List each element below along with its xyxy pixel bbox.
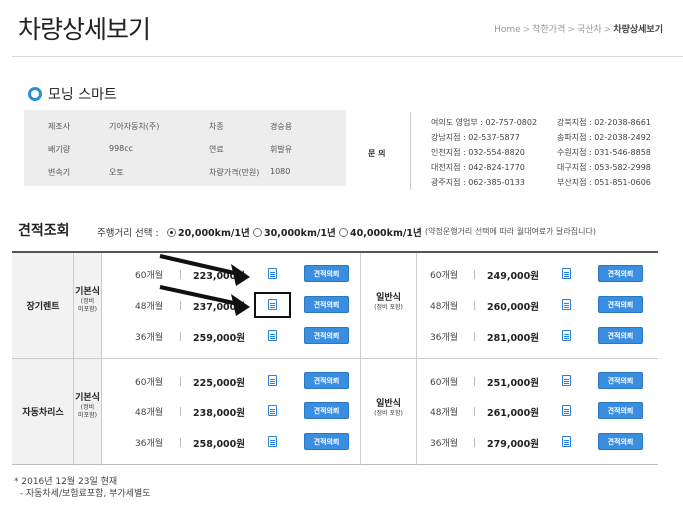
footnote-line: * 2016년 12월 23일 현재 <box>14 477 118 487</box>
arrow-annotation-icon <box>159 254 250 286</box>
arrow-annotation-icon <box>159 285 250 316</box>
footnote-line: - 자동차세/보험료포함, 부가세별도 <box>14 489 151 499</box>
annotation-overlay <box>159 254 250 316</box>
footnote: * 2016년 12월 23일 현재 - 자동차세/보험료포함, 부가세별도 <box>14 476 151 500</box>
highlight-box <box>254 292 291 318</box>
